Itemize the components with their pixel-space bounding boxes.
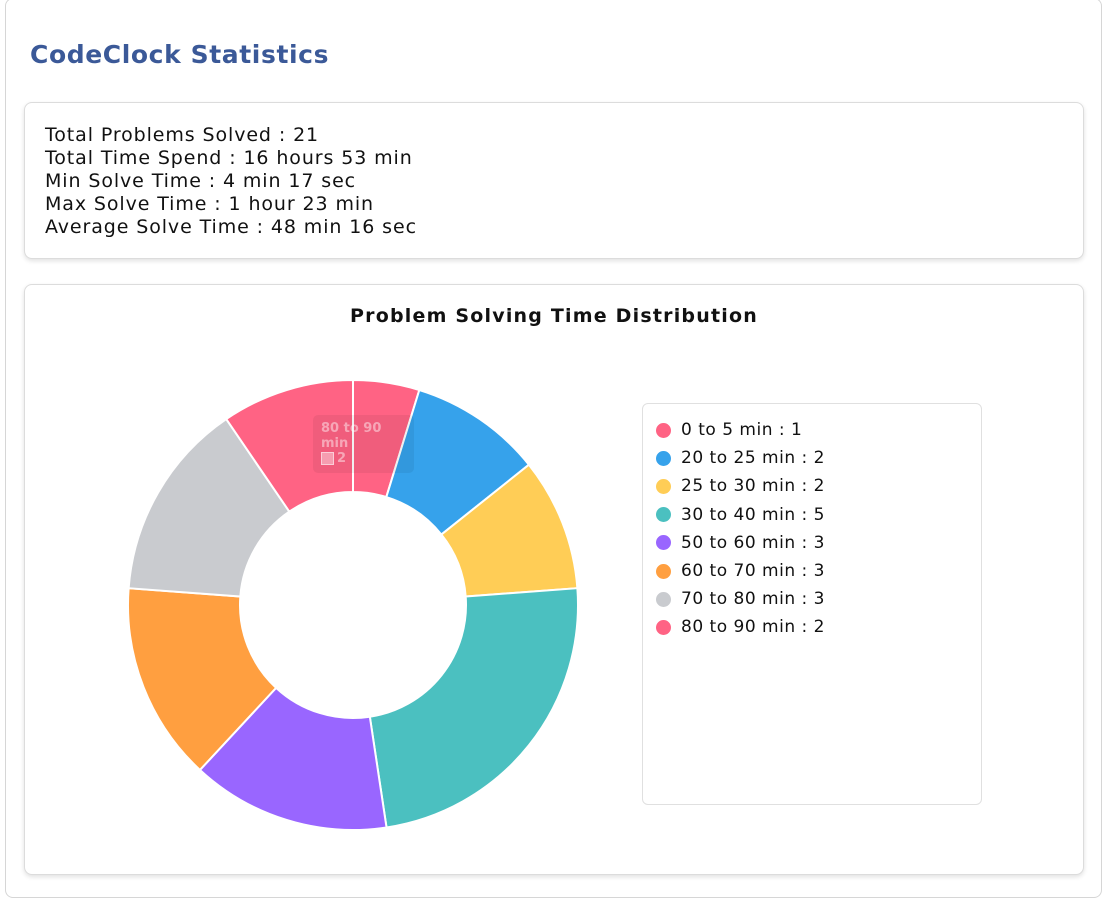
legend-dot <box>656 450 671 466</box>
legend-dot <box>656 507 671 523</box>
legend-label: 80 to 90 min : 2 <box>681 617 825 638</box>
summary-card: Total Problems Solved : 21 Total Time Sp… <box>24 102 1084 259</box>
donut-slice[interactable] <box>368 587 579 829</box>
legend-dot <box>656 619 671 635</box>
tooltip-value: 2 <box>337 451 347 466</box>
legend-dot <box>656 478 671 494</box>
min-solve-time: Min Solve Time : 4 min 17 sec <box>45 170 357 192</box>
legend-item[interactable]: 20 to 25 min : 2 <box>656 444 981 472</box>
legend-item[interactable]: 25 to 30 min : 2 <box>656 472 981 500</box>
chart-card: Problem Solving Time Distribution 80 to … <box>24 284 1084 875</box>
legend-item[interactable]: 60 to 70 min : 3 <box>656 557 981 585</box>
legend-dot <box>656 422 671 438</box>
legend-dot <box>656 563 671 579</box>
legend-label: 50 to 60 min : 3 <box>681 532 825 553</box>
tooltip-label: 80 to 90 min <box>321 421 382 451</box>
legend-label: 20 to 25 min : 2 <box>681 448 825 469</box>
total-time-spend: Total Time Spend : 16 hours 53 min <box>45 147 413 169</box>
legend-dot <box>656 591 671 607</box>
legend-label: 25 to 30 min : 2 <box>681 476 825 497</box>
total-problems-solved: Total Problems Solved : 21 <box>45 124 320 146</box>
legend-dot <box>656 535 671 551</box>
average-solve-time: Average Solve Time : 48 min 16 sec <box>45 216 417 238</box>
tooltip-swatch <box>321 452 334 465</box>
legend-label: 30 to 40 min : 5 <box>681 504 825 525</box>
legend-label: 70 to 80 min : 3 <box>681 589 825 610</box>
legend-item[interactable]: 30 to 40 min : 5 <box>656 501 981 529</box>
page-title: CodeClock Statistics <box>30 40 330 69</box>
tooltip-row: 2 <box>321 451 406 466</box>
legend-item[interactable]: 80 to 90 min : 2 <box>656 613 981 641</box>
chart-legend: 0 to 5 min : 1 20 to 25 min : 2 25 to 30 m… <box>642 403 982 805</box>
legend-label: 60 to 70 min : 3 <box>681 561 825 582</box>
chart-tooltip: 80 to 90 min 2 <box>313 415 414 473</box>
legend-item[interactable]: 0 to 5 min : 1 <box>656 416 981 444</box>
legend-label: 0 to 5 min : 1 <box>681 420 803 441</box>
legend-item[interactable]: 50 to 60 min : 3 <box>656 529 981 557</box>
legend-item[interactable]: 70 to 80 min : 3 <box>656 585 981 613</box>
max-solve-time: Max Solve Time : 1 hour 23 min <box>45 193 374 215</box>
